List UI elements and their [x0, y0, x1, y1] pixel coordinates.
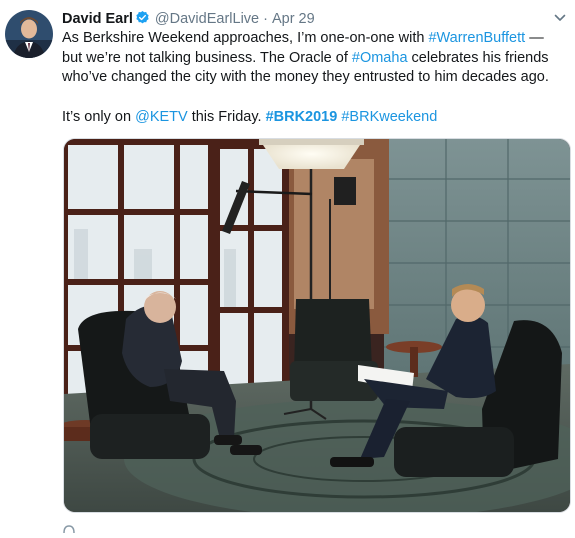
- tweet-date[interactable]: Apr 29: [272, 11, 315, 27]
- verified-badge-icon: [135, 10, 150, 31]
- tweet-text: As Berkshire Weekend approaches, I’m one…: [62, 29, 554, 127]
- author-name[interactable]: David Earl: [62, 11, 133, 27]
- tweet-photo[interactable]: [63, 138, 571, 513]
- mention-ketv[interactable]: @KETV: [135, 109, 188, 125]
- chevron-down-icon[interactable]: [553, 11, 567, 25]
- tweet-paragraph-1: As Berkshire Weekend approaches, I’m one…: [62, 29, 554, 88]
- reply-icon[interactable]: [62, 520, 76, 534]
- hashtag-brkweekend[interactable]: #BRKweekend: [341, 109, 437, 125]
- header-separator: ·: [263, 11, 268, 27]
- tweet-header: David Earl @DavidEarlLive · Apr 29: [62, 9, 545, 29]
- hashtag-warrenbuffett[interactable]: #WarrenBuffett: [428, 30, 525, 46]
- hashtag-brk2019[interactable]: #BRK2019: [266, 109, 338, 125]
- hashtag-omaha[interactable]: #Omaha: [352, 50, 408, 66]
- text-segment: It’s only on: [62, 108, 136, 125]
- tweet: David Earl @DavidEarlLive · Apr 29 As Berks…: [0, 0, 575, 534]
- tweet-paragraph-2: It’s only on @KETV this Friday. #BRK2019…: [62, 108, 554, 128]
- text-segment: As Berkshire Weekend approaches, I’m one…: [62, 30, 429, 46]
- author-handle[interactable]: @DavidEarlLive: [155, 11, 259, 27]
- text-segment: this Friday.: [187, 108, 266, 125]
- avatar[interactable]: [5, 10, 53, 58]
